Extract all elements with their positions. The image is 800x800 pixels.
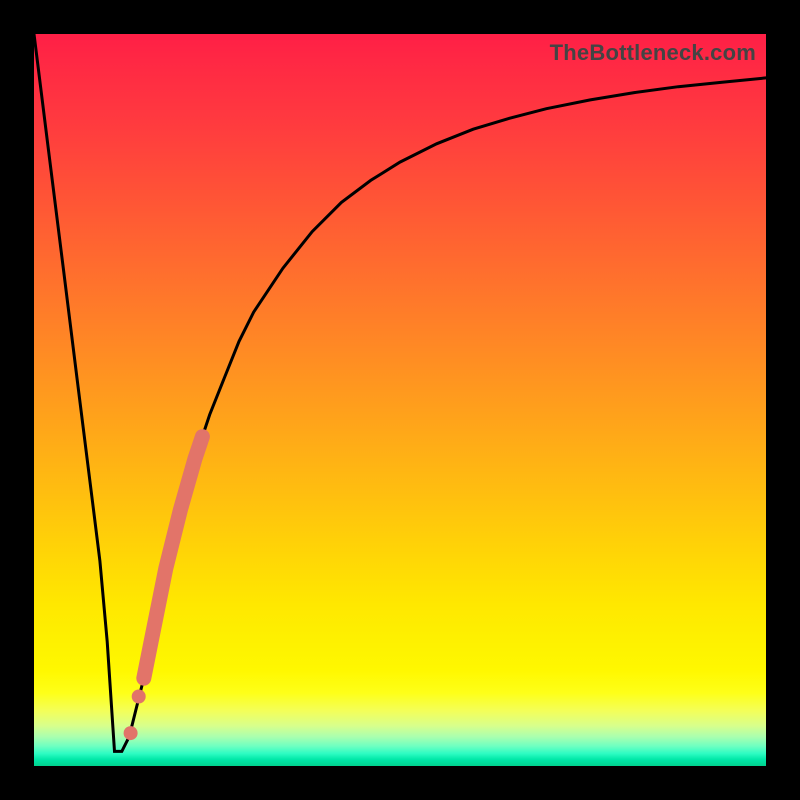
curve-layer bbox=[34, 34, 766, 766]
highlight-segment bbox=[144, 437, 203, 679]
watermark-text: TheBottleneck.com bbox=[550, 40, 756, 66]
highlight-dot bbox=[132, 690, 146, 704]
plot-area: TheBottleneck.com bbox=[34, 34, 766, 766]
chart-frame: TheBottleneck.com bbox=[0, 0, 800, 800]
highlight-dot bbox=[124, 726, 138, 740]
